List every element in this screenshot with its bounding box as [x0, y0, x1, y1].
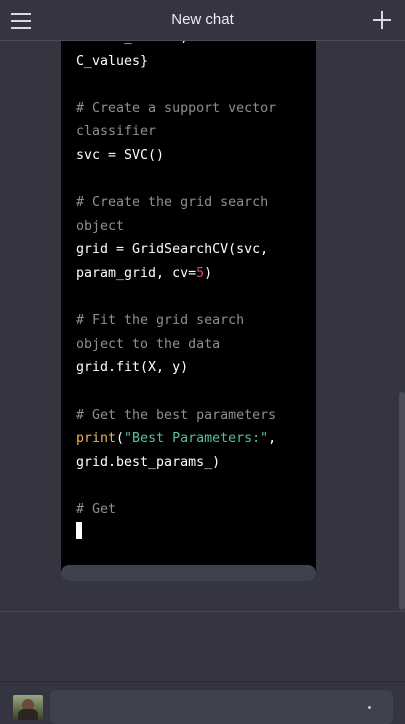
text-cursor [76, 522, 82, 540]
code-line [76, 521, 308, 545]
code-token: # Get [76, 501, 117, 517]
code-token: ) [204, 265, 213, 281]
plus-icon [373, 11, 391, 29]
code-line: # Create a support vector [76, 97, 308, 121]
code-token: print [76, 431, 117, 447]
code-token: C_values} [76, 53, 149, 69]
code-token: 'C' [196, 41, 220, 45]
code-line: grid = GridSearchCV(svc, [76, 238, 308, 262]
code-token: # Create a support vector [76, 100, 277, 116]
top-bar: New chat [0, 0, 405, 41]
divider [0, 681, 405, 682]
code-line: param_grid, cv=5) [76, 262, 308, 286]
code-line: grid.fit(X, y) [76, 356, 308, 380]
avatar-body [18, 709, 38, 720]
code-token: grid = GridSearchCV(svc, [76, 242, 269, 258]
code-token: object to the data [76, 336, 221, 352]
code-block-footer [61, 565, 316, 581]
code-token: # Fit the grid search [76, 313, 245, 329]
scrollbar[interactable] [399, 392, 405, 610]
code-token: grid.best_params_) [76, 454, 221, 470]
code-line: svc = SVC() [76, 144, 308, 168]
code-token: # Get the best parameters [76, 407, 277, 423]
new-chat-button[interactable] [371, 9, 393, 31]
code-line: object to the data [76, 333, 308, 357]
code-line: # Fit the grid search [76, 309, 308, 333]
code-token: kernel_values, [76, 41, 196, 45]
code-token: ( [116, 431, 125, 447]
code-block: kernel_values, 'C': C_values} # Create a s… [61, 41, 316, 581]
code-token: param_grid, cv= [76, 265, 197, 281]
input-indicator [368, 706, 371, 709]
code-line: classifier [76, 120, 308, 144]
code-line: # Create the grid search [76, 191, 308, 215]
page-title: New chat [171, 11, 234, 28]
code-token: , [268, 431, 277, 447]
code-token: 5 [196, 265, 205, 281]
code-token: : [220, 41, 228, 45]
code-line: # Get the best parameters [76, 404, 308, 428]
code-text: kernel_values, 'C': C_values} # Create a s… [76, 41, 308, 545]
code-line: grid.best_params_) [76, 451, 308, 475]
code-line: kernel_values, 'C': [76, 41, 308, 50]
message-input[interactable] [50, 690, 393, 724]
code-token: "Best Parameters:" [124, 431, 269, 447]
code-token: classifier [76, 124, 157, 140]
code-token: object [76, 218, 125, 234]
code-line: C_values} [76, 50, 308, 74]
code-token: svc = SVC() [76, 147, 165, 163]
code-token: # Create the grid search [76, 195, 269, 211]
code-token: grid.fit(X, y) [76, 360, 189, 376]
user-avatar [13, 695, 43, 720]
code-line: # Get [76, 498, 308, 522]
code-line: print("Best Parameters:", [76, 427, 308, 451]
code-line: object [76, 215, 308, 239]
